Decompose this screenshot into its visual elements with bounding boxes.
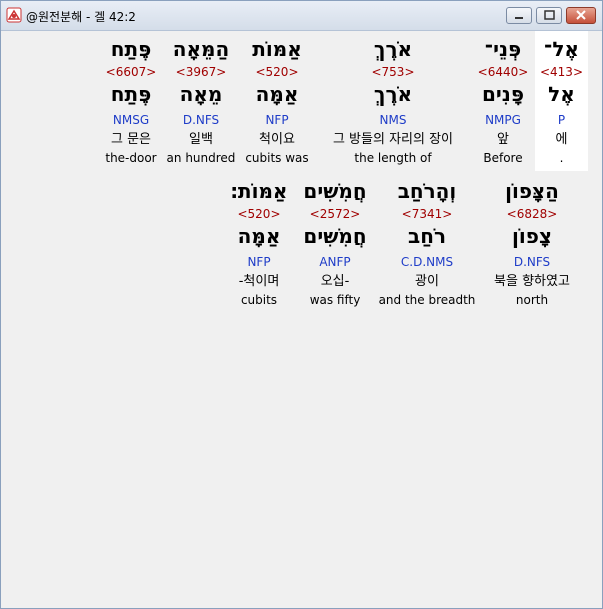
window-title: @원전분해 - 겔 42:2 — [26, 10, 136, 24]
korean-gloss: 북을 향하였고 — [494, 274, 570, 289]
word-entry[interactable]: אֹרֶךְ <753> אֹרֶךְ NMS 그 방들의 자리의 장이 the… — [315, 31, 471, 171]
hebrew-word: חֲמִשִּׁים — [303, 179, 367, 203]
hebrew-lemma: רֹחַב — [408, 224, 446, 248]
morphology-code: NFP — [265, 113, 289, 127]
english-gloss: north — [515, 293, 549, 307]
maximize-button[interactable] — [536, 7, 562, 24]
hebrew-word: פְּנֵי־ — [484, 37, 522, 61]
hebrew-word: הַמֵּאָה — [172, 37, 230, 61]
english-gloss: cubits — [240, 293, 278, 307]
korean-gloss: 척이요 — [259, 132, 295, 147]
korean-gloss: 앞 — [497, 132, 509, 147]
strong-number[interactable]: <6440> — [471, 65, 535, 79]
hebrew-lemma: פֶּתַח — [110, 82, 152, 106]
hebrew-word: וְהָרֹחַב — [397, 179, 457, 203]
word-entry[interactable]: פְּנֵי־ <6440> פָּנִים NMPG 앞 Before — [471, 31, 535, 171]
strong-number[interactable]: <6828> — [479, 207, 585, 221]
strong-number[interactable]: <520> — [239, 65, 315, 79]
hebrew-lemma: צָפוֹן — [512, 224, 552, 248]
morphology-code: NMSG — [112, 113, 150, 127]
hebrew-word: אֶל־ — [544, 37, 579, 61]
korean-gloss: 오십- — [320, 274, 350, 289]
morphology-code: P — [557, 113, 566, 127]
hebrew-lemma: פָּנִים — [481, 82, 525, 106]
app-window: @원전분해 - 겔 42:2 אֶל־ <413> אֶל P 에 . פְּנ… — [0, 0, 603, 609]
korean-gloss: 에 — [555, 132, 568, 147]
hebrew-lemma: אֹרֶךְ — [373, 82, 413, 106]
strong-number[interactable]: <753> — [315, 65, 471, 79]
word-entry[interactable]: אֶל־ <413> אֶל P 에 . — [535, 31, 588, 171]
analysis-panel: אֶל־ <413> אֶל P 에 . פְּנֵי־ <6440> פָּנ… — [1, 31, 602, 608]
hebrew-word: אַמּוֹת׃ — [230, 179, 288, 203]
minimize-button[interactable] — [506, 7, 532, 24]
strong-number[interactable]: <520> — [223, 207, 295, 221]
word-entry[interactable]: אַמּוֹת <520> אַמָּה NFP 척이요 cubits was — [239, 31, 315, 171]
hebrew-word: הַצָּפוֹן — [505, 179, 559, 203]
korean-gloss: -척이며 — [238, 274, 280, 289]
word-entry[interactable]: פֶּתַח <6607> פֶּתַח NMSG 그 문은 the-door — [99, 31, 163, 171]
english-gloss: and the breadth — [378, 293, 476, 307]
morphology-code: NMPG — [485, 113, 521, 127]
hebrew-word: אֹרֶךְ — [373, 37, 413, 61]
hebrew-lemma: מֵאָה — [179, 82, 223, 106]
english-gloss: an hundred — [166, 151, 236, 165]
hebrew-lemma: אַמָּה — [237, 224, 281, 248]
hebrew-lemma: אֶל — [548, 82, 575, 106]
english-gloss: . — [559, 151, 564, 165]
maximize-icon — [544, 10, 555, 20]
korean-gloss: 그 방들의 자리의 장이 — [332, 132, 454, 147]
morphology-code: D.NFS — [513, 255, 551, 269]
close-icon — [576, 10, 586, 20]
english-gloss: Before — [483, 151, 523, 165]
strong-number[interactable]: <3967> — [163, 65, 239, 79]
close-button[interactable] — [566, 7, 596, 24]
word-entry[interactable]: אַמּוֹת׃ <520> אַמָּה NFP -척이며 cubits — [223, 173, 295, 313]
word-entry[interactable]: חֲמִשִּׁים <2572> חֲמִשִּׁים ANFP 오십- wa… — [295, 173, 375, 313]
hebrew-lemma: אַמָּה — [255, 82, 299, 106]
word-entry[interactable]: וְהָרֹחַב <7341> רֹחַב C.D.NMS 광이 and th… — [375, 173, 479, 313]
english-gloss: cubits was — [245, 151, 309, 165]
minimize-icon — [515, 17, 523, 19]
word-entry[interactable]: הַמֵּאָה <3967> מֵאָה D.NFS 일백 an hundre… — [163, 31, 239, 171]
english-gloss: was fifty — [309, 293, 361, 307]
korean-gloss: 그 문은 — [110, 132, 151, 147]
morphology-code: ANFP — [319, 255, 351, 269]
strong-number[interactable]: <413> — [535, 65, 588, 79]
hebrew-word: פֶּתַח — [110, 37, 152, 61]
korean-gloss: 광이 — [415, 274, 439, 289]
hebrew-word: אַמּוֹת — [252, 37, 302, 61]
app-logo-icon — [6, 7, 22, 23]
strong-number[interactable]: <6607> — [99, 65, 163, 79]
morphology-code: D.NFS — [182, 113, 220, 127]
morphology-code: NMS — [379, 113, 407, 127]
morphology-code: NFP — [247, 255, 271, 269]
hebrew-lemma: חֲמִשִּׁים — [303, 224, 367, 248]
strong-number[interactable]: <7341> — [375, 207, 479, 221]
english-gloss: the-door — [105, 151, 157, 165]
title-bar[interactable]: @원전분해 - 겔 42:2 — [1, 1, 602, 31]
strong-number[interactable]: <2572> — [295, 207, 375, 221]
morphology-code: C.D.NMS — [400, 255, 454, 269]
word-entry[interactable]: הַצָּפוֹן <6828> צָפוֹן D.NFS 북을 향하였고 no… — [479, 173, 585, 313]
english-gloss: the length of — [354, 151, 432, 165]
korean-gloss: 일백 — [189, 132, 213, 147]
